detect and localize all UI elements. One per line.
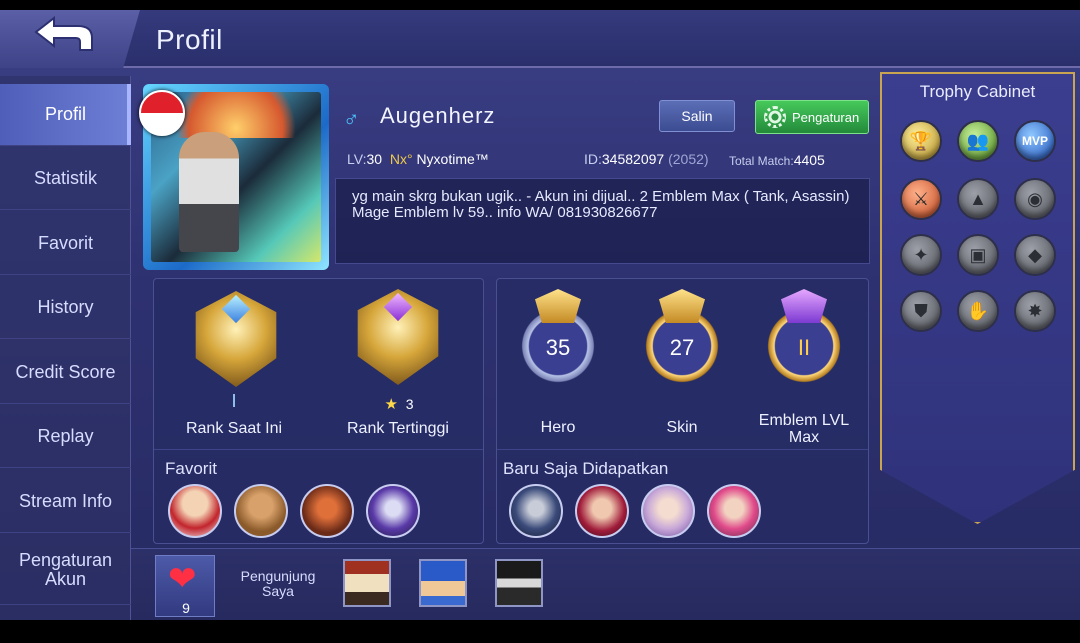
- recent-hero-portrait-1[interactable]: [509, 484, 563, 538]
- trophy-cabinet: Trophy Cabinet 🏆 👥 MVP ⚔ ▲ ◉ ✦ ▣ ◆ ⛊ ✋ ✸: [880, 72, 1075, 524]
- current-rank-emblem-icon[interactable]: [188, 291, 284, 387]
- highest-rank-label: Rank Tertinggi: [347, 420, 449, 437]
- sidebar-item-label: Stream Info: [18, 491, 113, 511]
- divider: [497, 449, 868, 450]
- highest-rank-emblem-icon[interactable]: [350, 289, 446, 385]
- hero-label: Hero: [540, 419, 576, 436]
- swords-trophy-icon[interactable]: ⚔: [900, 178, 942, 220]
- like-count: 9: [182, 600, 190, 616]
- sidebar-item-pengaturan-akun[interactable]: Pengaturan Akun: [0, 535, 131, 605]
- sidebar-item-replay[interactable]: Replay: [0, 406, 131, 468]
- visitors-label: Pengunjung Saya: [240, 568, 316, 599]
- current-rank-tier: I: [231, 391, 237, 411]
- gem-trophy-icon[interactable]: ◆: [1014, 234, 1056, 276]
- cup-trophy-icon[interactable]: 🏆: [900, 120, 942, 162]
- level-label: LV:: [347, 151, 367, 167]
- shirt-trophy-icon[interactable]: ▣: [957, 234, 999, 276]
- recent-hero-portrait-4[interactable]: [707, 484, 761, 538]
- emblem-max-count: II: [797, 335, 811, 360]
- squad-name: Nyxotime™: [416, 151, 489, 167]
- visitor-avatar-3[interactable]: [495, 559, 543, 607]
- star-icon: ★: [384, 396, 398, 413]
- heart-icon: ❤: [168, 560, 197, 598]
- copy-button[interactable]: Salin: [659, 100, 735, 132]
- wings-trophy-icon[interactable]: ✦: [900, 234, 942, 276]
- sidebar-item-credit-score[interactable]: Credit Score: [0, 342, 131, 404]
- sidebar-item-label: Profil: [44, 104, 86, 124]
- sidebar-item-label: Favorit: [37, 233, 93, 253]
- total-match-label: Total Match:: [729, 154, 794, 168]
- server-id: (2052): [668, 151, 709, 167]
- visitor-avatar-2[interactable]: [419, 559, 467, 607]
- highest-rank-stars: ★ 3: [364, 395, 434, 413]
- sidebar-item-history[interactable]: History: [0, 277, 131, 339]
- highest-rank-star-count: 3: [405, 396, 414, 412]
- settings-button-label: Pengaturan: [792, 109, 860, 125]
- hero-count-medal-icon[interactable]: 35: [515, 289, 601, 389]
- sidebar-item-label: Statistik: [33, 168, 98, 188]
- level-value: 30: [366, 151, 383, 167]
- profile-main: ♂ Augenherz Salin Pengaturan LV:30 Nx° N…: [131, 76, 877, 556]
- indonesia-flag-icon: [139, 90, 185, 136]
- sidebar-item-label: Replay: [37, 426, 94, 446]
- divider: [154, 449, 483, 450]
- favorite-hero-portrait-4[interactable]: [366, 484, 420, 538]
- page-title: Profil: [156, 24, 223, 55]
- recent-title: Baru Saja Didapatkan: [503, 459, 669, 478]
- trophy-cabinet-title: Trophy Cabinet: [919, 82, 1036, 101]
- skin-count: 27: [669, 335, 695, 360]
- shield-trophy-icon[interactable]: ⛊: [900, 290, 942, 332]
- sidebar-item-stream-info[interactable]: Stream Info: [0, 471, 131, 533]
- sidebar-item-label: Credit Score: [15, 362, 116, 382]
- settings-button[interactable]: Pengaturan: [755, 100, 869, 134]
- total-match: Total Match:4405: [729, 152, 825, 168]
- skin-count-medal-icon[interactable]: 27: [639, 289, 725, 389]
- id-label: ID:: [584, 151, 602, 167]
- like-button[interactable]: ❤ 9: [155, 555, 215, 617]
- player-name: Augenherz: [380, 103, 496, 128]
- game-screen: Profil Profil Statistik Favorit History …: [0, 10, 1080, 620]
- skin-label: Skin: [666, 419, 698, 436]
- sidebar-item-profil[interactable]: Profil: [0, 84, 131, 146]
- recent-hero-portrait-2[interactable]: [575, 484, 629, 538]
- total-match-value: 4405: [793, 152, 825, 168]
- favorit-title: Favorit: [165, 459, 217, 478]
- emblem-max-label: Emblem LVL Max: [758, 412, 850, 446]
- mvp-trophy-icon[interactable]: MVP: [1014, 120, 1056, 162]
- sidebar-item-label: Pengaturan Akun: [18, 549, 113, 589]
- friends-trophy-icon[interactable]: 👥: [957, 120, 999, 162]
- male-gender-icon: ♂: [343, 106, 360, 131]
- level-line: LV:30 Nx° Nyxotime™: [347, 151, 489, 167]
- recent-hero-portrait-3[interactable]: [641, 484, 695, 538]
- hand-trophy-icon[interactable]: ✋: [957, 290, 999, 332]
- crest-trophy-icon[interactable]: ✸: [1014, 290, 1056, 332]
- top-header: Profil: [0, 10, 1080, 68]
- avatar-person-photo: [179, 132, 239, 252]
- eye-trophy-icon[interactable]: ◉: [1014, 178, 1056, 220]
- sidebar-item-label: History: [37, 297, 94, 317]
- back-arrow-icon: [34, 16, 93, 51]
- bottom-bar: ❤ 9 Pengunjung Saya: [131, 548, 1080, 620]
- favorite-hero-portrait-1[interactable]: [168, 484, 222, 538]
- favorite-hero-portrait-3[interactable]: [300, 484, 354, 538]
- id-line: ID:34582097 (2052): [584, 151, 709, 167]
- player-id: 34582097: [601, 151, 665, 167]
- sidebar: Profil Statistik Favorit History Credit …: [0, 76, 131, 620]
- sidebar-item-favorit[interactable]: Favorit: [0, 213, 131, 275]
- visitor-avatar-1[interactable]: [343, 559, 391, 607]
- guild-tag: Nx°: [389, 151, 413, 167]
- hero-count: 35: [545, 335, 571, 360]
- gear-icon: [764, 106, 786, 128]
- rank-card: I Rank Saat Ini ★ 3 Rank Tertinggi Favor…: [153, 278, 484, 544]
- bio-box: yg main skrg bukan ugik.. - Akun ini dij…: [335, 178, 870, 264]
- favorite-hero-portrait-2[interactable]: [234, 484, 288, 538]
- sidebar-item-statistik[interactable]: Statistik: [0, 148, 131, 210]
- boot-trophy-icon[interactable]: ▲: [957, 178, 999, 220]
- back-button[interactable]: [0, 10, 140, 68]
- collection-card: 35 Hero 27 Skin II Emblem LVL Max Baru S…: [496, 278, 869, 544]
- emblem-max-medal-icon[interactable]: II: [761, 289, 847, 389]
- current-rank-label: Rank Saat Ini: [185, 420, 283, 437]
